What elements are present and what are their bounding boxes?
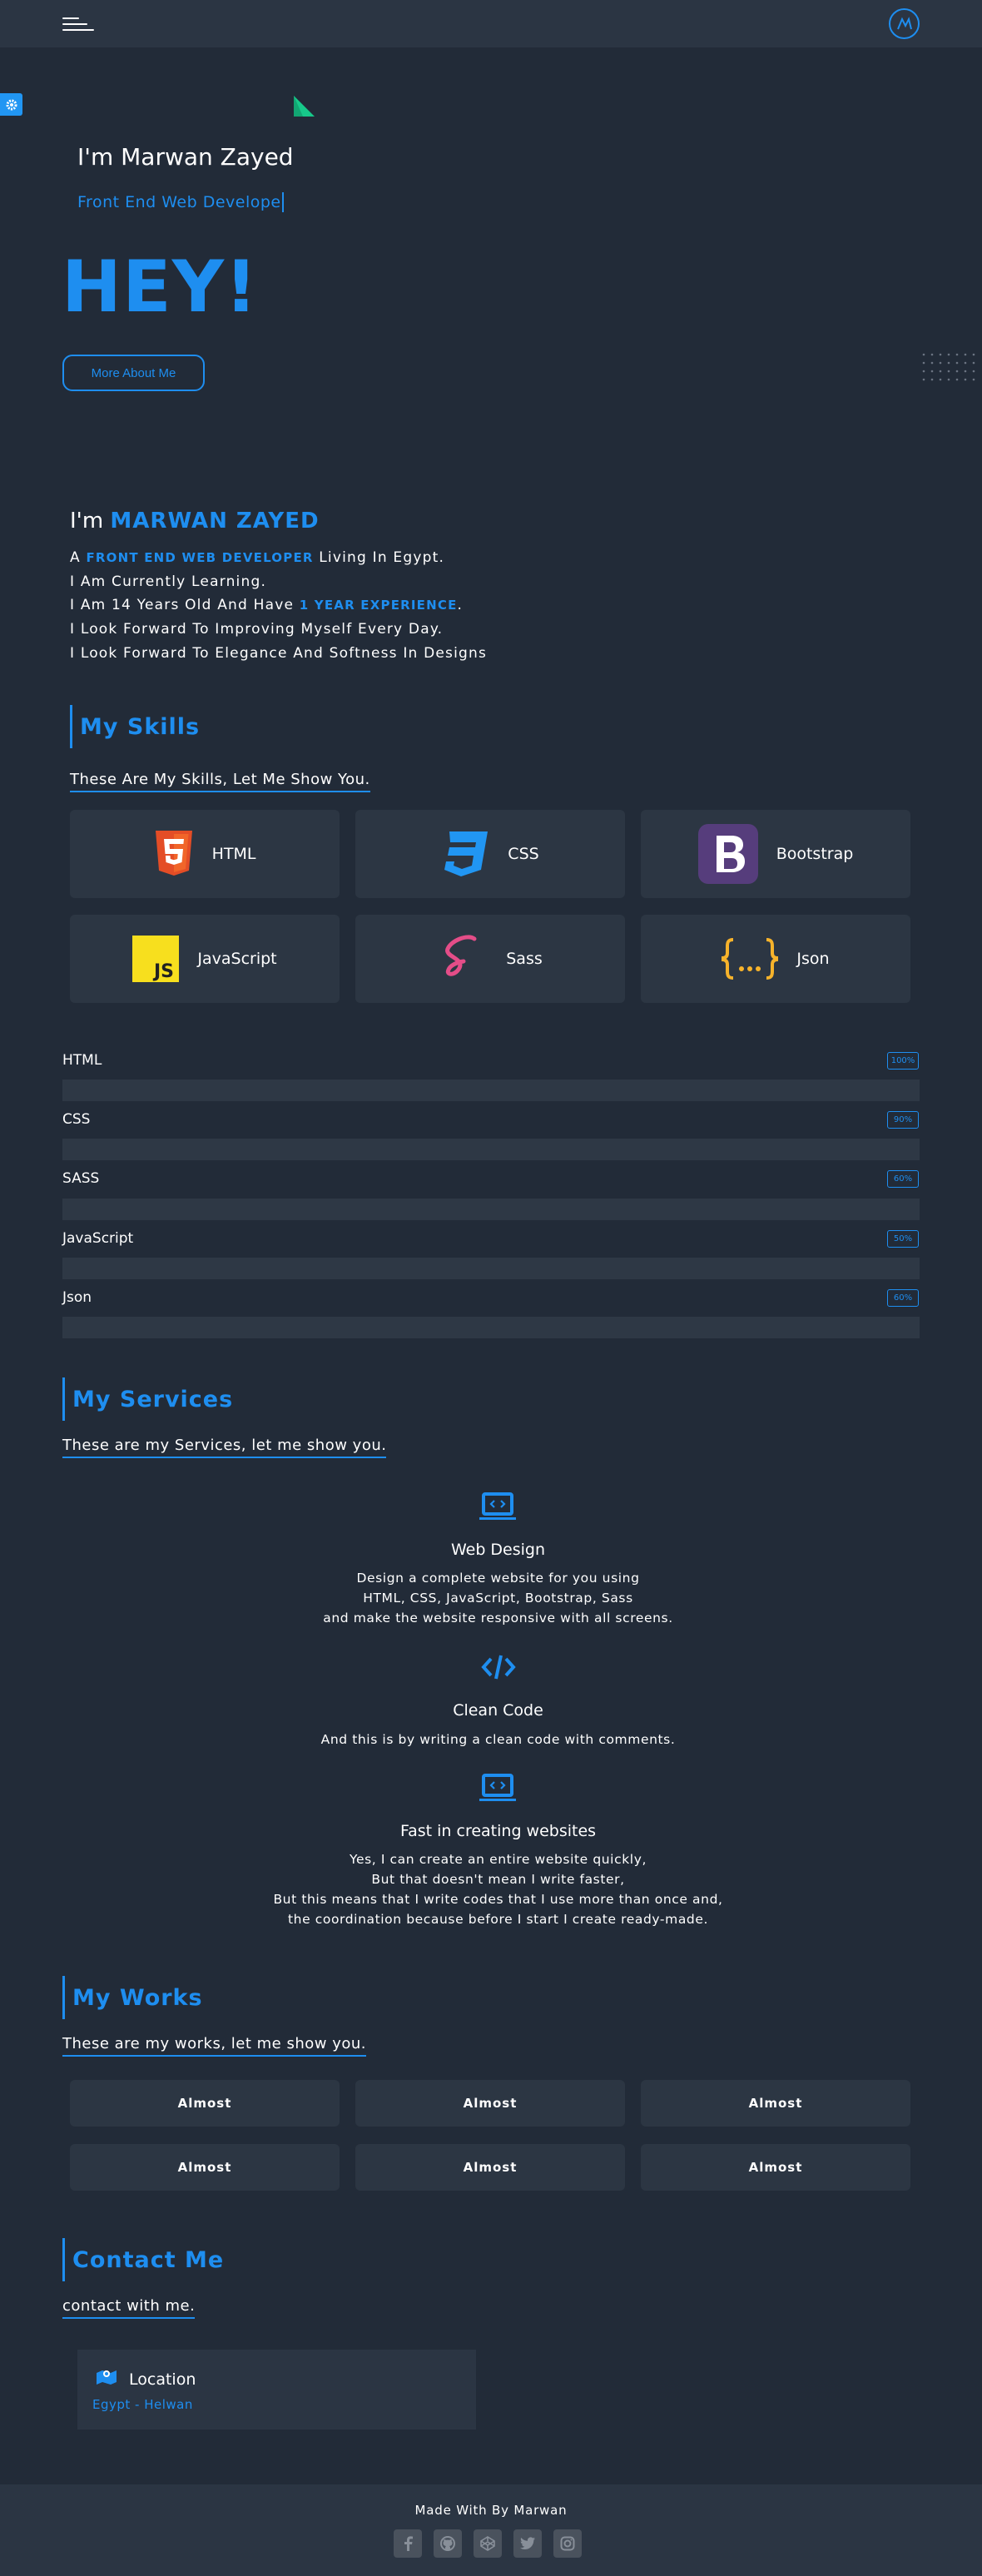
hero-hey-heading: HEY!	[62, 246, 259, 329]
about-role-highlight: FRONT END WEB DEVELOPER	[86, 550, 314, 565]
about-title: I'm MARWAN ZAYED	[70, 509, 320, 534]
skill-label: Json	[796, 950, 830, 968]
footer-credit: Made With By Marwan	[414, 2503, 568, 2518]
service-desc-line: But that doesn't mean I write faster,	[371, 1872, 625, 1887]
service-desc-line: And this is by writing a clean code with…	[320, 1732, 676, 1747]
about-experience-highlight: 1 YEAR EXPERIENCE	[299, 598, 458, 613]
work-card[interactable]: Almost	[355, 2144, 625, 2191]
service-desc-line: HTML, CSS, JavaScript, Bootstrap, Sass	[363, 1591, 633, 1606]
json-icon	[722, 938, 779, 980]
skills-subtitle: These Are My Skills, Let Me Show You.	[70, 771, 370, 792]
decorative-dots-icon	[922, 353, 975, 381]
bar-label-sass: SASS	[62, 1170, 100, 1187]
skill-card-json[interactable]: Json	[641, 915, 910, 1003]
contact-subtitle: contact with me.	[62, 2297, 196, 2319]
sass-icon	[445, 935, 477, 976]
service-desc-line: Yes, I can create an entire website quic…	[349, 1852, 647, 1867]
svg-text:JS: JS	[152, 961, 174, 982]
laptop-code-icon	[479, 1774, 516, 1801]
work-card[interactable]: Almost	[70, 2080, 340, 2127]
bar-label-css: CSS	[62, 1111, 91, 1128]
about-line-1-b: Living In Egypt.	[319, 549, 445, 566]
progress-bar-json	[62, 1317, 920, 1338]
css3-icon	[444, 831, 489, 876]
bar-percent-badge: 50%	[887, 1230, 919, 1248]
skill-card-css[interactable]: CSS	[355, 810, 625, 898]
hero-greeting: I'm Marwan Zayed	[77, 143, 294, 171]
codepen-icon[interactable]	[474, 2529, 502, 2558]
about-line-3: I Am 14 Years Old And Have 1 YEAR EXPERI…	[70, 597, 463, 613]
footer: Made With By Marwan	[0, 2484, 982, 2576]
work-card[interactable]: Almost	[641, 2080, 910, 2127]
skill-label: Bootstrap	[776, 845, 854, 863]
work-card[interactable]: Almost	[70, 2144, 340, 2191]
menu-icon[interactable]	[62, 17, 94, 32]
map-location-icon	[97, 2370, 117, 2385]
hero-typed-role: Front End Web Develope	[77, 192, 284, 212]
progress-bar-sass	[62, 1199, 920, 1220]
skill-label: HTML	[211, 845, 256, 863]
service-desc-line: But this means that I write codes that I…	[273, 1892, 723, 1907]
about-line-5: I Look Forward To Elegance And Softness …	[70, 645, 488, 662]
about-line-1: A FRONT END WEB DEVELOPER Living In Egyp…	[70, 549, 444, 566]
github-icon[interactable]	[434, 2529, 462, 2558]
html5-icon	[155, 831, 192, 876]
service-title: Clean Code	[453, 1701, 543, 1720]
contact-title: Contact Me	[62, 2238, 224, 2281]
bootstrap-icon	[697, 824, 758, 884]
decorative-triangle-icon	[294, 96, 315, 117]
about-line-1-a: A	[70, 549, 81, 566]
work-card[interactable]: Almost	[641, 2144, 910, 2191]
facebook-icon[interactable]	[394, 2529, 422, 2558]
more-about-me-button[interactable]: More About Me	[62, 355, 205, 391]
location-label: Location	[129, 2370, 196, 2389]
about-line-3-a: I Am 14 Years Old And Have	[70, 597, 295, 613]
progress-bar-css	[62, 1139, 920, 1160]
skill-card-javascript[interactable]: JS JavaScript	[70, 915, 340, 1003]
service-title: Web Design	[450, 1541, 546, 1559]
skill-card-html[interactable]: HTML	[70, 810, 340, 898]
logo-icon[interactable]	[889, 8, 920, 39]
progress-bar-html	[62, 1080, 920, 1101]
about-line-4: I Look Forward To Improving Myself Every…	[70, 621, 444, 638]
skills-title: My Skills	[70, 705, 200, 748]
instagram-icon[interactable]	[553, 2529, 582, 2558]
bar-percent-badge: 60%	[887, 1170, 919, 1188]
service-desc-line: and make the website responsive with all…	[323, 1611, 673, 1626]
service-title: Fast in creating websites	[399, 1822, 597, 1840]
skill-card-sass[interactable]: Sass	[355, 915, 625, 1003]
about-line-2: I Am Currently Learning.	[70, 573, 267, 590]
works-subtitle: These are my works, let me show you.	[62, 2035, 366, 2057]
bar-label-html: HTML	[62, 1052, 102, 1069]
location-value: Egypt - Helwan	[92, 2397, 193, 2412]
work-card[interactable]: Almost	[355, 2080, 625, 2127]
top-navbar	[0, 0, 982, 47]
skill-card-bootstrap[interactable]: Bootstrap	[641, 810, 910, 898]
about-name: MARWAN ZAYED	[110, 509, 320, 534]
skill-label: CSS	[508, 845, 539, 863]
service-desc-line: the coordination because before I start …	[287, 1912, 709, 1927]
bar-percent-badge: 90%	[887, 1111, 919, 1129]
settings-gear-icon[interactable]	[0, 93, 22, 116]
about-line-3-b: .	[457, 597, 464, 613]
bar-label-javascript: JavaScript	[62, 1230, 134, 1247]
skill-label: JavaScript	[197, 950, 277, 968]
progress-bar-javascript	[62, 1258, 920, 1279]
bar-percent-badge: 100%	[887, 1052, 919, 1070]
services-subtitle: These are my Services, let me show you.	[62, 1437, 387, 1458]
bar-percent-badge: 60%	[887, 1289, 919, 1307]
laptop-code-icon	[479, 1492, 516, 1520]
about-prefix: I'm	[70, 509, 104, 534]
twitter-icon[interactable]	[513, 2529, 542, 2558]
skill-label: Sass	[506, 950, 543, 968]
js-icon: JS	[132, 936, 180, 982]
works-title: My Works	[62, 1976, 203, 2019]
bar-label-json: Json	[62, 1289, 92, 1306]
services-title: My Services	[62, 1377, 233, 1421]
code-icon	[481, 1655, 516, 1680]
service-desc-line: Design a complete website for you using	[356, 1571, 640, 1586]
contact-location-card: Location Egypt - Helwan	[77, 2350, 476, 2430]
